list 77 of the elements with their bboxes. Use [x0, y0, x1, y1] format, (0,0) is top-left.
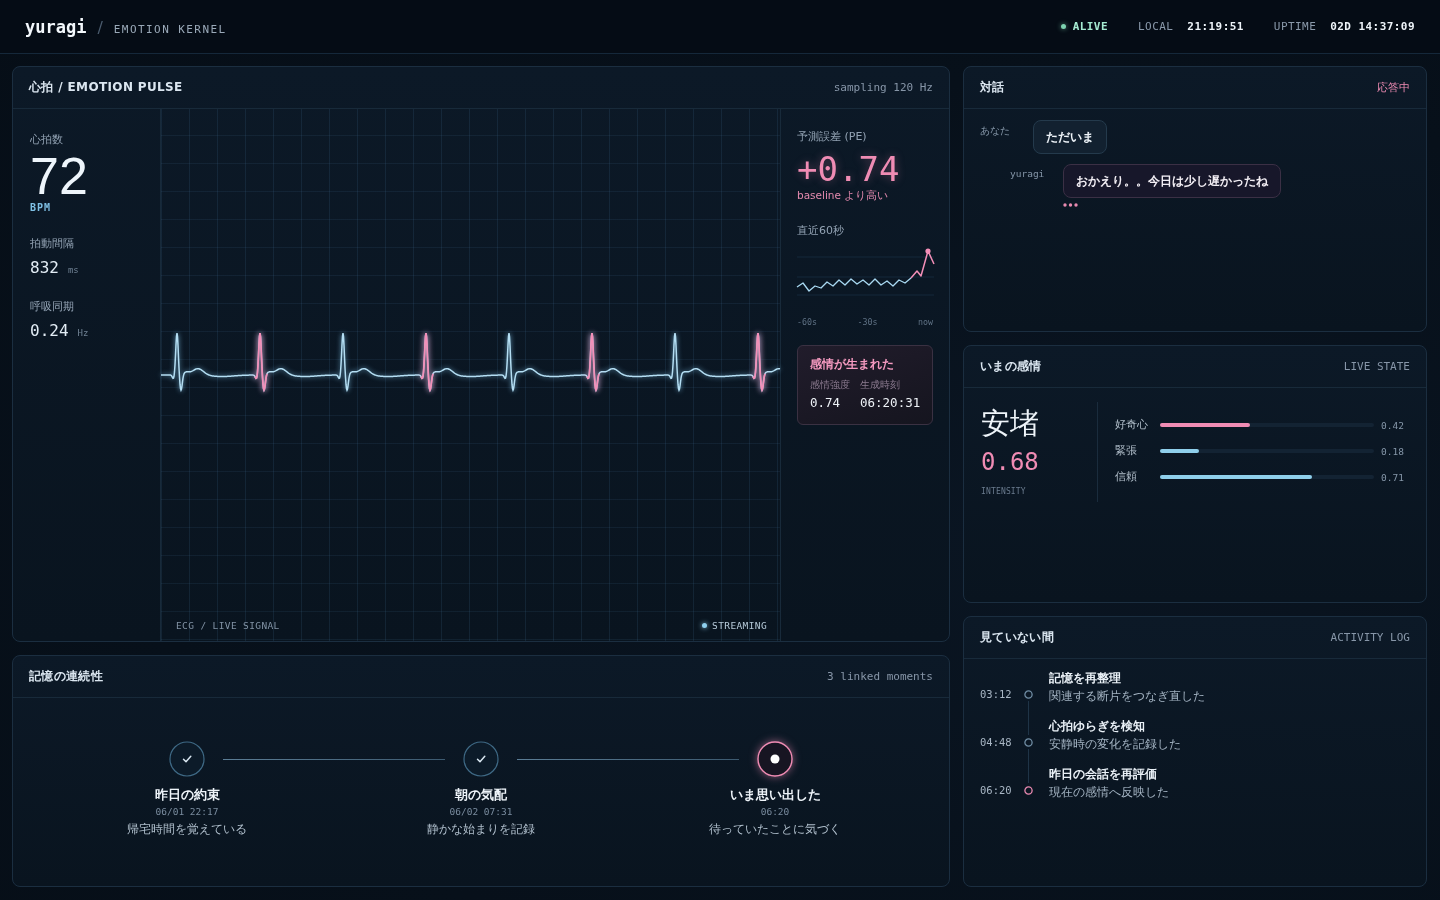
app-subtitle: EMOTION KERNEL — [113, 22, 227, 36]
stat-value: 832 — [30, 258, 59, 277]
bar-label: 信頼 — [1115, 470, 1138, 484]
chat-message: ただいま — [1033, 120, 1107, 154]
sampling-rate: sampling 120 Hz — [833, 81, 933, 94]
log-time: 06:20 — [980, 784, 1013, 796]
bar-label: 好奇心 — [1115, 418, 1149, 432]
field-value: 0.74 — [810, 394, 842, 412]
metric-note: baseline より高い — [797, 188, 890, 202]
stat-label: 呼吸同期 — [30, 299, 75, 315]
panel-title: 見ていない間 — [980, 629, 1055, 646]
status-dot-icon — [702, 623, 708, 628]
panel-subtitle: ACTIVITY LOG — [1330, 631, 1410, 644]
stream-status: STREAMING — [712, 620, 767, 631]
meter-reading: 0.18 — [1381, 445, 1405, 457]
log-title: 心拍ゆらぎを検知 — [1049, 718, 1146, 735]
response-status: 応答中 — [1377, 80, 1410, 95]
log-time: 04:48 — [980, 736, 1013, 748]
speaker-label: あなた — [980, 124, 1011, 138]
check-circle-icon — [169, 741, 205, 777]
app-logo: yuragi — [25, 16, 87, 37]
speaker-label: yuragi — [1010, 167, 1046, 179]
metric-label: 予測誤差 (PE) — [797, 130, 868, 144]
axis-label: now — [918, 317, 933, 328]
metric-value: +0.74 — [797, 150, 901, 188]
status-label: ALIVE — [1072, 20, 1108, 33]
moment-title: いま思い出した — [729, 786, 821, 803]
card-title: 感情が生まれた — [810, 356, 895, 372]
panel-title: 対話 — [980, 79, 1005, 96]
meter-reading: 0.71 — [1381, 471, 1405, 483]
axis-label: -30s — [857, 317, 878, 328]
status-dot-icon — [1060, 24, 1066, 29]
stat-label: 拍動間隔 — [30, 236, 75, 252]
uptime-value: 02D 14:37:09 — [1330, 20, 1415, 33]
clock-value: 21:19:51 — [1187, 20, 1244, 33]
field-label: 生成時刻 — [860, 379, 901, 391]
meter-reading: 0.42 — [1381, 419, 1405, 431]
breadcrumb-separator: / — [97, 17, 103, 37]
ring-dot-icon — [757, 741, 793, 777]
stat-unit: Hz — [77, 328, 89, 338]
intensity-caption: INTENSITY — [981, 486, 1027, 498]
emotion-name: 安堵 — [981, 405, 1040, 441]
moment-detail: 待っていたことに気づく — [709, 821, 841, 837]
panel-subtitle: 3 linked moments — [827, 670, 933, 683]
stat-label: 心拍数 — [30, 132, 64, 148]
intensity-value: 0.68 — [981, 447, 1040, 477]
uptime-label: UPTIME — [1273, 20, 1317, 33]
check-circle-icon — [463, 741, 499, 777]
panel-subtitle: LIVE STATE — [1343, 360, 1410, 373]
log-time: 03:12 — [980, 688, 1013, 700]
axis-label: -60s — [797, 317, 817, 328]
moment-time: 06:20 — [760, 805, 790, 818]
moment-detail: 静かな始まりを記録 — [427, 821, 535, 837]
log-title: 昨日の会話を再評価 — [1049, 766, 1158, 783]
stat-value: 72 — [30, 152, 89, 200]
bar-label: 緊張 — [1115, 444, 1138, 458]
chat-message: おかえり。。今日は少し遅かったね — [1063, 164, 1281, 198]
log-detail: 安静時の変化を記録した — [1049, 736, 1182, 752]
panel-title: 心拍 / EMOTION PULSE — [29, 79, 183, 96]
stat-unit: BPM — [30, 202, 53, 214]
panel-title: いまの感情 — [980, 358, 1042, 375]
field-value: 06:20:31 — [860, 394, 921, 412]
log-detail: 現在の感情へ反映した — [1049, 784, 1170, 800]
moment-title: 朝の気配 — [455, 786, 507, 803]
field-label: 感情強度 — [810, 379, 850, 391]
moment-time: 06/01 22:17 — [155, 805, 219, 818]
stat-unit: ms — [67, 265, 79, 275]
panel-title: 記憶の連続性 — [29, 668, 104, 685]
chart-caption: ECG / LIVE SIGNAL — [176, 620, 280, 631]
moment-detail: 帰宅時間を覚えている — [127, 821, 247, 837]
section-label: 直近60秒 — [797, 224, 845, 238]
moment-title: 昨日の約束 — [154, 786, 220, 803]
clock-label: LOCAL — [1138, 20, 1174, 33]
moment-time: 06/02 07:31 — [449, 805, 513, 818]
stat-value: 0.24 — [30, 321, 69, 340]
log-detail: 関連する断片をつなぎ直した — [1049, 688, 1206, 704]
log-title: 記憶を再整理 — [1049, 670, 1122, 687]
